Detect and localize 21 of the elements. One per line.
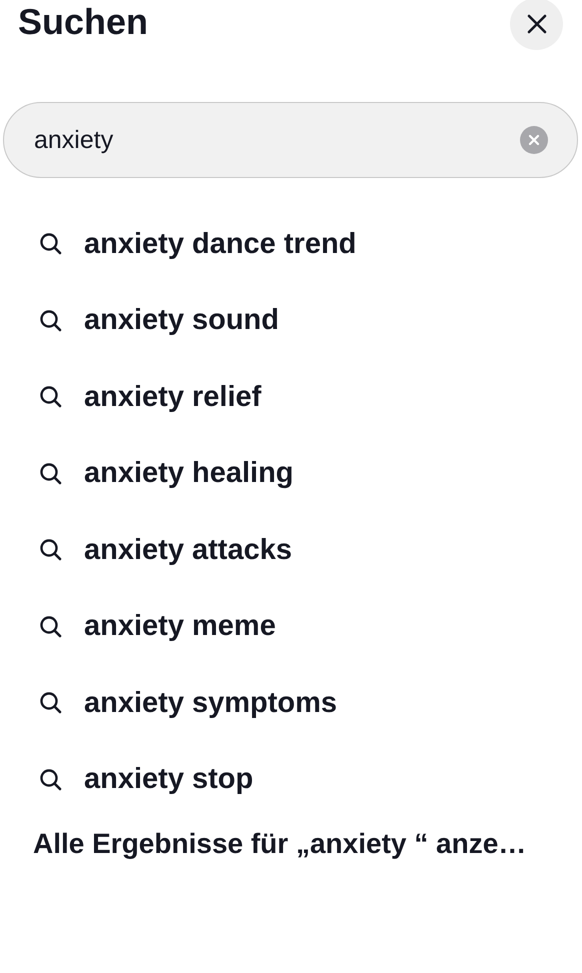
suggestion-item[interactable]: anxiety meme: [84, 610, 276, 644]
suggestion-item[interactable]: anxiety dance trend: [84, 228, 356, 261]
suggestion-item[interactable]: anxiety healing: [84, 457, 294, 490]
page-title: Suchen: [18, 2, 148, 42]
suggestion-item[interactable]: anxiety sound: [84, 304, 279, 338]
suggestion-item[interactable]: anxiety symptoms: [84, 686, 338, 720]
close-icon: [524, 12, 548, 36]
all-results-link[interactable]: Alle Ergebnisse für „anxiety “ anze…: [33, 828, 526, 860]
search-field[interactable]: anxiety: [3, 102, 578, 178]
search-icon: [38, 537, 64, 564]
search-icon: [38, 614, 64, 640]
search-icon: [38, 231, 64, 258]
search-icon: [38, 308, 64, 334]
suggestion-item[interactable]: anxiety relief: [84, 380, 262, 414]
search-icon: [38, 766, 64, 793]
suggestion-item[interactable]: anxiety stop: [84, 763, 254, 796]
search-icon: [38, 384, 64, 410]
suggestion-item[interactable]: anxiety attacks: [84, 534, 292, 567]
search-icon: [38, 690, 64, 716]
close-button[interactable]: [510, 0, 563, 50]
search-icon: [38, 460, 64, 487]
